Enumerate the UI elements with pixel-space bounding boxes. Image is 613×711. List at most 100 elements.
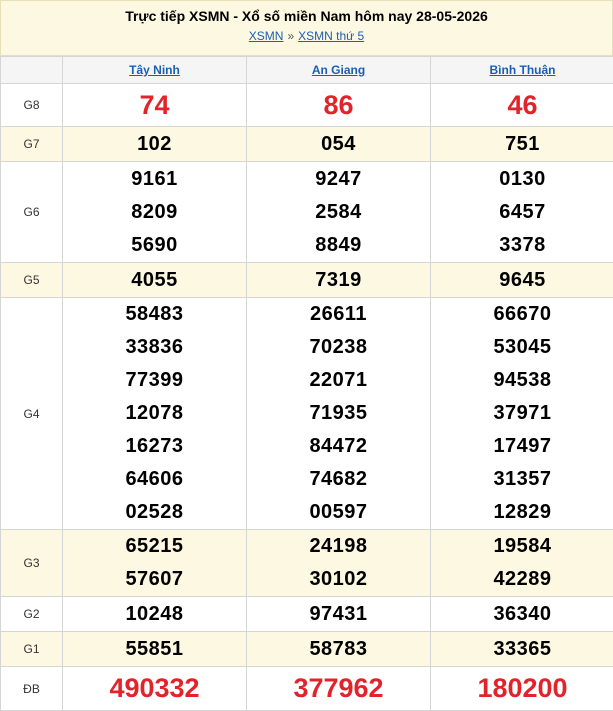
prize-label: G6 <box>1 162 63 263</box>
prize-number: 9247 <box>247 163 430 196</box>
prize-label: G5 <box>1 263 63 298</box>
prize-number: 58783 <box>247 632 431 667</box>
prize-number: 42289 <box>431 563 613 596</box>
prize-row-g3: G3 65215 57607 24198 30102 19584 42289 <box>1 530 613 597</box>
prize-cell: 46 <box>431 84 613 127</box>
prize-number: 37971 <box>431 397 613 430</box>
prize-number: 74 <box>139 90 169 120</box>
prize-row-g2: G2 10248 97431 36340 <box>1 597 613 632</box>
prize-number: 10248 <box>63 597 247 632</box>
results-table: Tây Ninh An Giang Bình Thuận G8 74 86 46… <box>0 56 613 711</box>
province-link-binh-thuan[interactable]: Bình Thuận <box>490 63 556 77</box>
prize-number: 74682 <box>247 463 430 496</box>
province-header: Tây Ninh <box>63 57 247 84</box>
prize-cell: 9161 8209 5690 <box>63 162 247 263</box>
prize-number: 97431 <box>247 597 431 632</box>
prize-number: 6457 <box>431 196 613 229</box>
prize-number: 24198 <box>247 530 430 563</box>
prize-number: 22071 <box>247 364 430 397</box>
prize-row-g1: G1 55851 58783 33365 <box>1 632 613 667</box>
prize-cell: 19584 42289 <box>431 530 613 597</box>
prize-row-special: ĐB 490332 377962 180200 <box>1 667 613 711</box>
prize-number: 0130 <box>431 163 613 196</box>
prize-number: 84472 <box>247 430 430 463</box>
prize-cell: 86 <box>247 84 431 127</box>
prize-number: 054 <box>247 127 431 162</box>
special-prize-number: 180200 <box>477 673 567 703</box>
prize-number: 7319 <box>247 263 431 298</box>
province-header: An Giang <box>247 57 431 84</box>
prize-number: 4055 <box>63 263 247 298</box>
prize-label: G3 <box>1 530 63 597</box>
prize-number: 3378 <box>431 229 613 262</box>
prize-cell: 58483 33836 77399 12078 16273 64606 0252… <box>63 298 247 530</box>
special-prize-number: 490332 <box>109 673 199 703</box>
prize-number: 36340 <box>431 597 613 632</box>
prize-row-g6: G6 9161 8209 5690 9247 2584 8849 0130 64… <box>1 162 613 263</box>
prize-number: 31357 <box>431 463 613 496</box>
prize-cell: 66670 53045 94538 37971 17497 31357 1282… <box>431 298 613 530</box>
prize-number: 16273 <box>63 430 246 463</box>
breadcrumb: XSMN»XSMN thứ 5 <box>1 27 612 45</box>
prize-number: 64606 <box>63 463 246 496</box>
prize-number: 9645 <box>431 263 613 298</box>
breadcrumb-xsmn-thu5-link[interactable]: XSMN thứ 5 <box>298 29 364 43</box>
prize-number: 46 <box>507 90 537 120</box>
prize-cell: 65215 57607 <box>63 530 247 597</box>
prize-label: G1 <box>1 632 63 667</box>
prize-number: 8849 <box>247 229 430 262</box>
prize-number: 12078 <box>63 397 246 430</box>
prize-number: 26611 <box>247 298 430 331</box>
prize-number: 12829 <box>431 496 613 529</box>
province-header: Bình Thuận <box>431 57 613 84</box>
prize-number: 30102 <box>247 563 430 596</box>
prize-cell: 9247 2584 8849 <box>247 162 431 263</box>
prize-number: 58483 <box>63 298 246 331</box>
prize-cell: 0130 6457 3378 <box>431 162 613 263</box>
prize-number: 19584 <box>431 530 613 563</box>
prize-row-g5: G5 4055 7319 9645 <box>1 263 613 298</box>
prize-number: 94538 <box>431 364 613 397</box>
corner-cell <box>1 57 63 84</box>
prize-number: 8209 <box>63 196 246 229</box>
prize-number: 102 <box>63 127 247 162</box>
breadcrumb-separator: » <box>283 29 298 43</box>
prize-row-g8: G8 74 86 46 <box>1 84 613 127</box>
prize-label: ĐB <box>1 667 63 711</box>
prize-cell: 26611 70238 22071 71935 84472 74682 0059… <box>247 298 431 530</box>
prize-number: 00597 <box>247 496 430 529</box>
prize-label: G8 <box>1 84 63 127</box>
prize-cell: 24198 30102 <box>247 530 431 597</box>
prize-number: 77399 <box>63 364 246 397</box>
province-header-row: Tây Ninh An Giang Bình Thuận <box>1 57 613 84</box>
page-header: Trực tiếp XSMN - Xổ số miền Nam hôm nay … <box>0 0 613 56</box>
prize-cell: 180200 <box>431 667 613 711</box>
prize-number: 70238 <box>247 331 430 364</box>
prize-number: 57607 <box>63 563 246 596</box>
prize-cell: 74 <box>63 84 247 127</box>
prize-row-g4: G4 58483 33836 77399 12078 16273 64606 0… <box>1 298 613 530</box>
province-link-an-giang[interactable]: An Giang <box>312 63 365 77</box>
page-title: Trực tiếp XSMN - Xổ số miền Nam hôm nay … <box>1 7 612 25</box>
breadcrumb-xsmn-link[interactable]: XSMN <box>249 29 284 43</box>
prize-label: G4 <box>1 298 63 530</box>
prize-cell: 377962 <box>247 667 431 711</box>
prize-number: 71935 <box>247 397 430 430</box>
special-prize-number: 377962 <box>293 673 383 703</box>
prize-label: G7 <box>1 127 63 162</box>
prize-number: 2584 <box>247 196 430 229</box>
prize-number: 751 <box>431 127 613 162</box>
prize-number: 66670 <box>431 298 613 331</box>
prize-number: 5690 <box>63 229 246 262</box>
prize-number: 02528 <box>63 496 246 529</box>
prize-number: 55851 <box>63 632 247 667</box>
prize-row-g7: G7 102 054 751 <box>1 127 613 162</box>
prize-cell: 490332 <box>63 667 247 711</box>
prize-number: 33365 <box>431 632 613 667</box>
prize-number: 86 <box>323 90 353 120</box>
prize-number: 65215 <box>63 530 246 563</box>
prize-number: 9161 <box>63 163 246 196</box>
prize-label: G2 <box>1 597 63 632</box>
prize-number: 53045 <box>431 331 613 364</box>
province-link-tay-ninh[interactable]: Tây Ninh <box>129 63 180 77</box>
